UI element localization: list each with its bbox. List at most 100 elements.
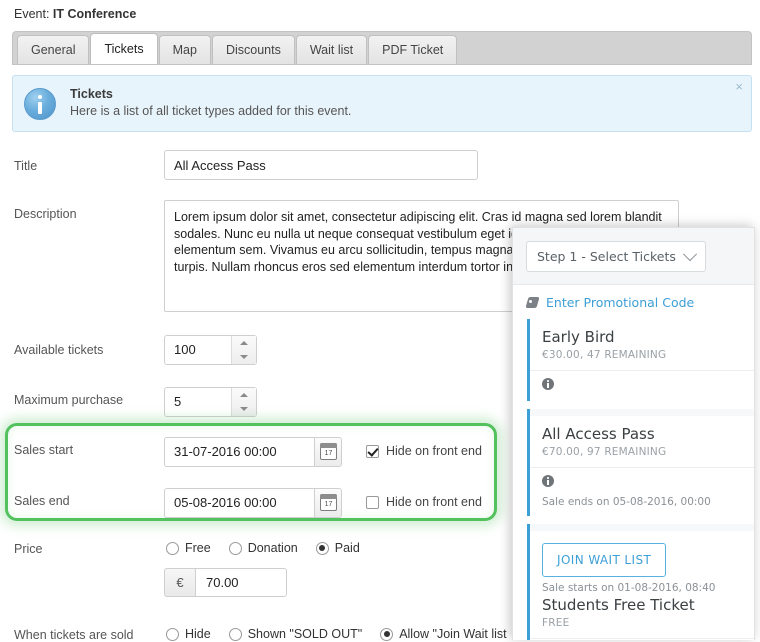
- maximum-purchase-spin-buttons: [231, 388, 256, 416]
- info-icon: [24, 88, 56, 120]
- divider: [527, 409, 754, 416]
- ticket-sale-note: Sale ends on 05-08-2016, 00:00: [542, 496, 711, 508]
- radio-unselected-icon[interactable]: [166, 627, 179, 641]
- radio-selected-icon[interactable]: [380, 627, 394, 641]
- info-icon[interactable]: [542, 475, 554, 487]
- available-tickets-label: Available tickets: [14, 343, 104, 357]
- maximum-purchase-label: Maximum purchase: [14, 393, 124, 407]
- preview-header: Step 1 - Select Tickets: [513, 228, 754, 285]
- when-sold-option-soldout-label: Shown "SOLD OUT": [247, 627, 363, 641]
- sales-end-input[interactable]: 05-08-2016 00:00: [164, 488, 314, 518]
- price-amount-input[interactable]: 70.00: [195, 568, 287, 597]
- list-item[interactable]: Early Bird €30.00, 47 REMAINING: [527, 319, 754, 401]
- sales-end-field-group: 05-08-2016 00:00 17: [164, 488, 342, 518]
- info-alert: Tickets Here is a list of all ticket typ…: [12, 75, 752, 132]
- spinner-up-icon[interactable]: [232, 388, 256, 402]
- sales-start-field-group: 31-07-2016 00:00 17: [164, 437, 342, 467]
- page-title: Event: IT Conference: [14, 7, 136, 21]
- calendar-icon: 17: [320, 443, 337, 460]
- event-name: IT Conference: [52, 7, 137, 21]
- ticket-card-footer: [530, 371, 754, 401]
- tab-map[interactable]: Map: [158, 35, 211, 64]
- price-option-paid[interactable]: Paid: [315, 541, 360, 555]
- wait-list-area: JOIN WAIT LIST Sale starts on 01-08-2016…: [530, 531, 754, 594]
- sales-end-hide-label: Hide on front end: [386, 495, 482, 509]
- divider: [527, 524, 754, 531]
- step-select-label: Step 1 - Select Tickets: [537, 249, 676, 264]
- sales-start-label: Sales start: [14, 443, 74, 457]
- ticket-card-footer: Sale ends on 05-08-2016, 00:00: [530, 468, 754, 516]
- alert-title: Tickets: [70, 87, 113, 101]
- price-option-donation-label: Donation: [247, 541, 298, 555]
- sales-start-calendar-button[interactable]: 17: [314, 437, 342, 467]
- sales-start-hide-label: Hide on front end: [386, 444, 482, 458]
- title-input[interactable]: [164, 150, 478, 180]
- join-wait-list-button[interactable]: JOIN WAIT LIST: [542, 543, 667, 577]
- info-icon[interactable]: [542, 378, 554, 390]
- spinner-down-icon[interactable]: [232, 402, 256, 416]
- available-tickets-value[interactable]: 100: [165, 336, 231, 364]
- tag-icon: [527, 297, 540, 308]
- ticket-name: Students Free Ticket: [542, 596, 695, 614]
- promo-code-link[interactable]: Enter Promotional Code: [546, 295, 694, 310]
- checkbox-unchecked-icon[interactable]: [366, 495, 379, 509]
- list-item[interactable]: JOIN WAIT LIST Sale starts on 01-08-2016…: [527, 531, 754, 640]
- sales-end-calendar-button[interactable]: 17: [314, 488, 342, 518]
- radio-unselected-icon[interactable]: [228, 541, 242, 555]
- available-tickets-stepper[interactable]: 100: [164, 335, 257, 365]
- list-item[interactable]: All Access Pass €70.00, 97 REMAINING Sal…: [527, 416, 754, 516]
- radio-unselected-icon[interactable]: [166, 541, 179, 555]
- calendar-icon: 17: [320, 494, 337, 511]
- promo-code-row[interactable]: Enter Promotional Code: [513, 285, 754, 319]
- price-label: Price: [14, 542, 43, 556]
- tab-bar: General Tickets Map Discounts Wait list …: [12, 31, 752, 65]
- price-amount-group: € 70.00: [164, 568, 287, 597]
- sales-end-hide-checkbox[interactable]: Hide on front end: [366, 495, 482, 509]
- sales-end-label: Sales end: [14, 494, 70, 508]
- price-option-paid-label: Paid: [334, 541, 360, 555]
- alert-text: Here is a list of all ticket types added…: [70, 104, 352, 118]
- radio-selected-icon[interactable]: [315, 541, 329, 555]
- maximum-purchase-stepper[interactable]: 5: [164, 387, 257, 417]
- sales-start-input[interactable]: 31-07-2016 00:00: [164, 437, 314, 467]
- event-label: Event:: [14, 7, 50, 21]
- ticket-meta: €70.00, 97 REMAINING: [542, 446, 667, 458]
- when-sold-option-waitlist-label: Allow "Join Wait list: [399, 627, 507, 641]
- maximum-purchase-value[interactable]: 5: [165, 388, 231, 416]
- tab-wait-list[interactable]: Wait list: [295, 35, 368, 64]
- tab-tickets[interactable]: Tickets: [90, 33, 158, 64]
- tab-pdf-ticket[interactable]: PDF Ticket: [368, 35, 458, 64]
- currency-symbol: €: [164, 568, 195, 597]
- ticket-meta: €30.00, 47 REMAINING: [542, 349, 667, 361]
- radio-unselected-icon[interactable]: [228, 627, 242, 641]
- price-radio-group: Free Donation Paid: [166, 541, 378, 555]
- ticket-card-main: All Access Pass €70.00, 97 REMAINING: [530, 416, 754, 468]
- price-option-free-label: Free: [185, 541, 211, 555]
- ticket-sale-start-note: Sale starts on 01-08-2016, 08:40: [542, 582, 716, 594]
- when-sold-option-hide-label: Hide: [185, 627, 211, 641]
- ticket-preview-panel: Step 1 - Select Tickets Enter Promotiona…: [512, 227, 755, 640]
- spinner-up-icon[interactable]: [232, 336, 256, 350]
- close-icon[interactable]: ×: [735, 80, 743, 93]
- step-select-dropdown[interactable]: Step 1 - Select Tickets: [526, 241, 706, 272]
- ticket-meta: FREE: [542, 617, 570, 629]
- ticket-card-main: Students Free Ticket FREE: [530, 594, 754, 639]
- chevron-down-icon: [682, 246, 697, 261]
- price-option-free[interactable]: Free: [166, 541, 211, 555]
- spinner-down-icon[interactable]: [232, 350, 256, 364]
- when-sold-option-soldout[interactable]: Shown "SOLD OUT": [228, 627, 363, 641]
- sales-start-hide-checkbox[interactable]: Hide on front end: [366, 444, 482, 458]
- price-option-donation[interactable]: Donation: [228, 541, 298, 555]
- when-sold-radio-group: Hide Shown "SOLD OUT" Allow "Join Wait l…: [166, 627, 525, 641]
- description-label: Description: [14, 207, 77, 221]
- tab-general[interactable]: General: [17, 35, 90, 64]
- when-sold-option-waitlist[interactable]: Allow "Join Wait list: [380, 627, 507, 641]
- ticket-name: All Access Pass: [542, 425, 655, 443]
- tab-discounts[interactable]: Discounts: [211, 35, 295, 64]
- ticket-card-main: Early Bird €30.00, 47 REMAINING: [530, 319, 754, 371]
- available-tickets-spin-buttons: [231, 336, 256, 364]
- checkbox-checked-icon[interactable]: [366, 444, 379, 458]
- when-sold-option-hide[interactable]: Hide: [166, 627, 211, 641]
- title-label: Title: [14, 159, 38, 173]
- ticket-name: Early Bird: [542, 328, 615, 346]
